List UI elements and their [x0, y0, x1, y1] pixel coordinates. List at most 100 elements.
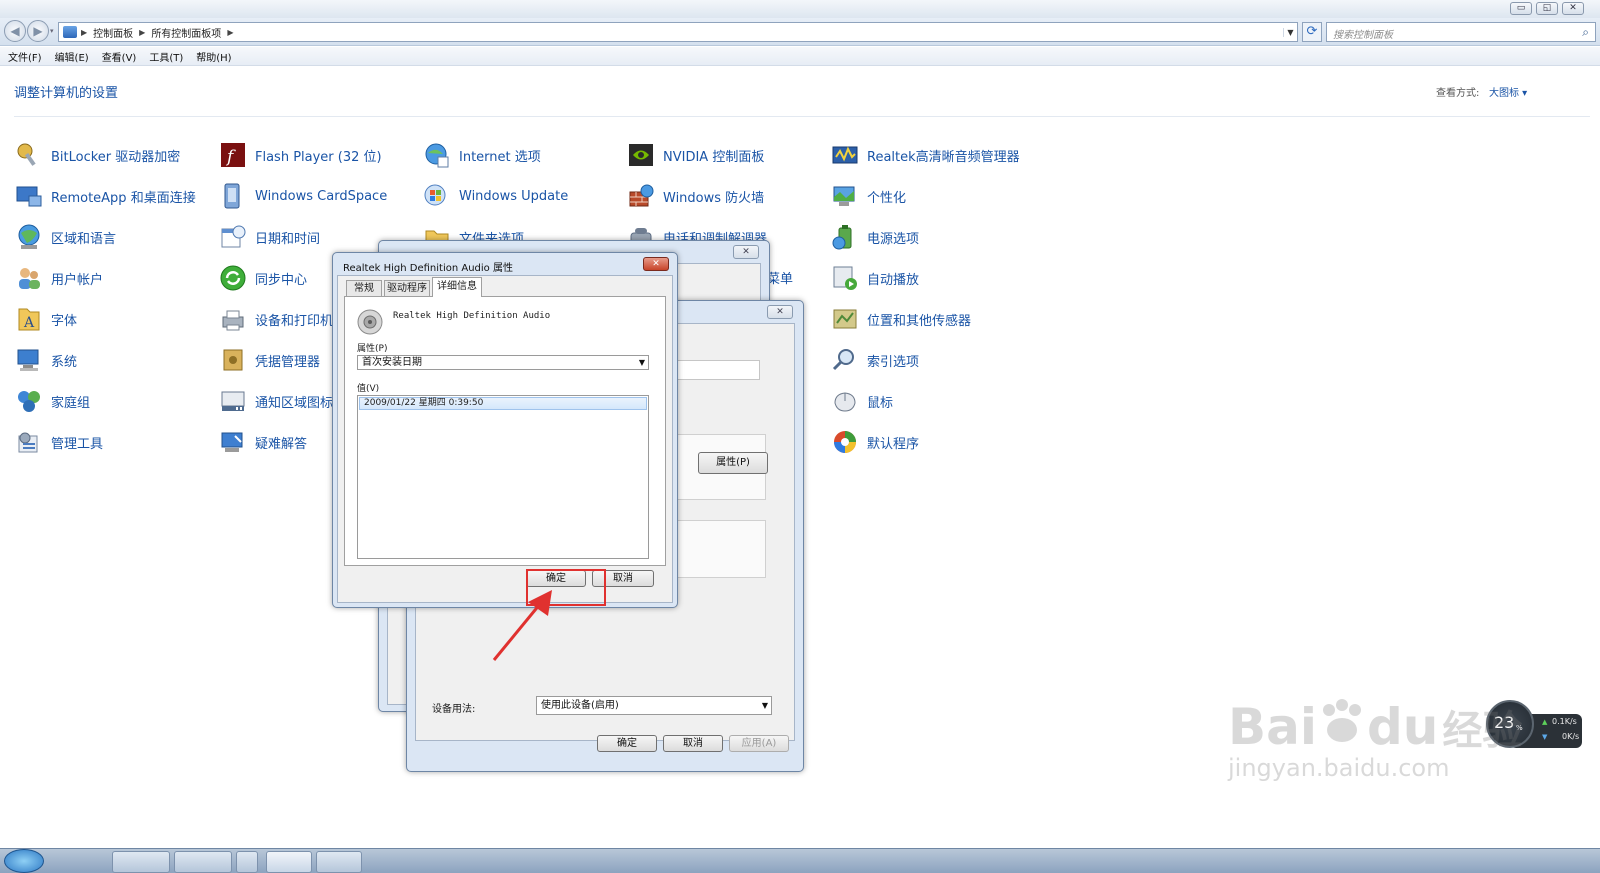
close-icon[interactable]: ✕	[733, 245, 759, 259]
breadcrumb-all-items[interactable]: 所有控制面板项	[151, 25, 221, 40]
cancel-button[interactable]: 取消	[663, 735, 723, 752]
tab-details[interactable]: 详细信息	[432, 277, 482, 297]
search-input[interactable]: 搜索控制面板 ⌕	[1326, 22, 1596, 42]
annotation-arrow-icon	[492, 590, 552, 661]
item-date-time[interactable]: 日期和时间	[219, 224, 387, 250]
item-autoplay[interactable]: 自动播放	[831, 265, 1020, 291]
taskbar-item-device[interactable]	[316, 851, 362, 873]
item-fonts[interactable]: A 字体	[15, 306, 196, 332]
taskbar	[0, 848, 1600, 873]
item-flash-player[interactable]: f Flash Player (32 位)	[219, 142, 387, 168]
minimize-button[interactable]: ▭	[1510, 2, 1532, 15]
address-bar[interactable]: ▶ 控制面板 ▶ 所有控制面板项 ▶ ▼	[58, 22, 1298, 42]
item-admin-tools[interactable]: 管理工具	[15, 429, 196, 455]
ok-button[interactable]: 确定	[597, 735, 657, 752]
item-homegroup[interactable]: 家庭组	[15, 388, 196, 414]
property-select[interactable]: 首次安装日期 ▼	[357, 355, 649, 370]
history-dropdown-icon[interactable]: ▾	[50, 27, 54, 35]
window-title-bar: ▭ ◱ ✕	[0, 0, 1600, 18]
watermark-brand-2: du	[1367, 698, 1439, 756]
chevron-right-icon: ▶	[81, 27, 88, 37]
item-label: 索引选项	[867, 354, 920, 370]
search-placeholder: 搜索控制面板	[1333, 30, 1393, 41]
upload-arrow-icon: ▲	[1542, 718, 1548, 726]
taskbar-item-ie[interactable]	[112, 851, 170, 873]
indexing-magnifier-icon	[832, 349, 854, 371]
back-arrow-icon[interactable]: ◀	[4, 20, 26, 42]
item-realtek-manager[interactable]: Realtek高清晰音频管理器	[831, 142, 1020, 168]
item-personalization[interactable]: 个性化	[831, 183, 1020, 209]
value-list[interactable]: 2009/01/22 星期四 0:39:50	[357, 395, 649, 559]
item-label: 位置和其他传感器	[867, 313, 972, 329]
notification-area-icon	[221, 391, 245, 411]
refresh-icon[interactable]: ⟳	[1302, 22, 1322, 42]
close-icon[interactable]: ✕	[767, 305, 793, 319]
start-button[interactable]	[4, 849, 44, 873]
item-label: BitLocker 驱动器加密	[51, 149, 181, 165]
dialog-close-icon[interactable]: ✕	[643, 257, 669, 271]
item-bitlocker[interactable]: BitLocker 驱动器加密	[15, 142, 196, 168]
item-internet-options[interactable]: Internet 选项	[423, 142, 568, 168]
menu-view[interactable]: 查看(V)	[102, 49, 137, 64]
search-icon[interactable]: ⌕	[1582, 25, 1589, 40]
item-power-options[interactable]: 电源选项	[831, 224, 1020, 250]
properties-button[interactable]: 属性(P)	[698, 452, 768, 474]
items-column-5: Realtek高清晰音频管理器 个性化 电源选项 自动播放 位置和其他传感器 索…	[831, 142, 1020, 455]
menu-tools[interactable]: 工具(T)	[149, 49, 183, 64]
view-mode-label: 查看方式:	[1436, 88, 1480, 99]
item-label: 通知区域图标	[255, 395, 334, 411]
item-start-menu-partial[interactable]: 菜单	[767, 268, 793, 287]
forward-arrow-icon[interactable]: ▶	[27, 20, 49, 42]
chevron-right-icon: ▶	[227, 27, 234, 37]
svg-text:A: A	[23, 315, 35, 331]
item-windows-firewall[interactable]: Windows 防火墙	[627, 183, 767, 209]
item-label: 设备和打印机	[255, 313, 334, 329]
credential-vault-icon	[223, 349, 243, 371]
power-battery-icon	[832, 225, 852, 250]
device-name: Realtek High Definition Audio	[393, 311, 551, 321]
item-remoteapp[interactable]: RemoteApp 和桌面连接	[15, 183, 196, 209]
item-cardspace[interactable]: Windows CardSpace	[219, 183, 387, 209]
tab-general[interactable]: 常规	[346, 280, 382, 296]
item-label: 系统	[51, 354, 78, 370]
breadcrumb-control-panel[interactable]: 控制面板	[93, 25, 133, 40]
item-system[interactable]: 系统	[15, 347, 196, 373]
view-mode-selector[interactable]: 大图标 ▾	[1489, 84, 1527, 99]
device-usage-select[interactable]: 使用此设备(启用) ▼	[536, 696, 772, 715]
apply-button[interactable]: 应用(A)	[729, 735, 789, 752]
item-mouse[interactable]: 鼠标	[831, 388, 1020, 414]
taskbar-item-media[interactable]	[236, 851, 258, 873]
item-user-accounts[interactable]: 用户帐户	[15, 265, 196, 291]
taskbar-item-control-panel[interactable]	[266, 851, 312, 873]
item-default-programs[interactable]: 默认程序	[831, 429, 1020, 455]
tab-driver[interactable]: 驱动程序	[384, 280, 430, 296]
item-label: 凭据管理器	[255, 354, 321, 370]
download-speed: 0K/s	[1562, 732, 1580, 741]
item-location-sensors[interactable]: 位置和其他传感器	[831, 306, 1020, 332]
menu-edit[interactable]: 编辑(E)	[55, 49, 89, 64]
baidu-watermark: Bai du 经验 jingyan.baidu.com	[1228, 698, 1522, 782]
value-label: 值(V)	[357, 384, 380, 394]
item-label: Realtek高清晰音频管理器	[867, 149, 1020, 165]
item-region-language[interactable]: 区域和语言	[15, 224, 196, 250]
chevron-down-icon: ▼	[638, 358, 645, 367]
realtek-properties-dialog[interactable]: Realtek High Definition Audio 属性 ✕ 常规 驱动…	[332, 252, 678, 608]
value-list-item[interactable]: 2009/01/22 星期四 0:39:50	[359, 397, 647, 410]
close-button[interactable]: ✕	[1562, 2, 1584, 15]
item-label: 疑难解答	[255, 436, 308, 452]
item-windows-update[interactable]: Windows Update	[423, 183, 568, 209]
speaker-icon	[357, 309, 383, 335]
menu-help[interactable]: 帮助(H)	[196, 49, 231, 64]
taskbar-item-explorer[interactable]	[174, 851, 232, 873]
items-column-3: Internet 选项 Windows Update 文件夹选项	[423, 142, 568, 250]
menu-file[interactable]: 文件(F)	[8, 49, 42, 64]
item-label: Windows CardSpace	[255, 188, 388, 204]
firewall-icon	[629, 184, 654, 207]
address-dropdown-icon[interactable]: ▼	[1283, 27, 1297, 37]
item-indexing-options[interactable]: 索引选项	[831, 347, 1020, 373]
items-column-4: NVIDIA 控制面板 Windows 防火墙 电话和调制解调器	[627, 142, 767, 250]
watermark-cn: 经验	[1442, 708, 1523, 754]
dialog-title: Realtek High Definition Audio 属性	[343, 263, 513, 274]
restore-button[interactable]: ◱	[1536, 2, 1558, 15]
item-nvidia[interactable]: NVIDIA 控制面板	[627, 142, 767, 168]
